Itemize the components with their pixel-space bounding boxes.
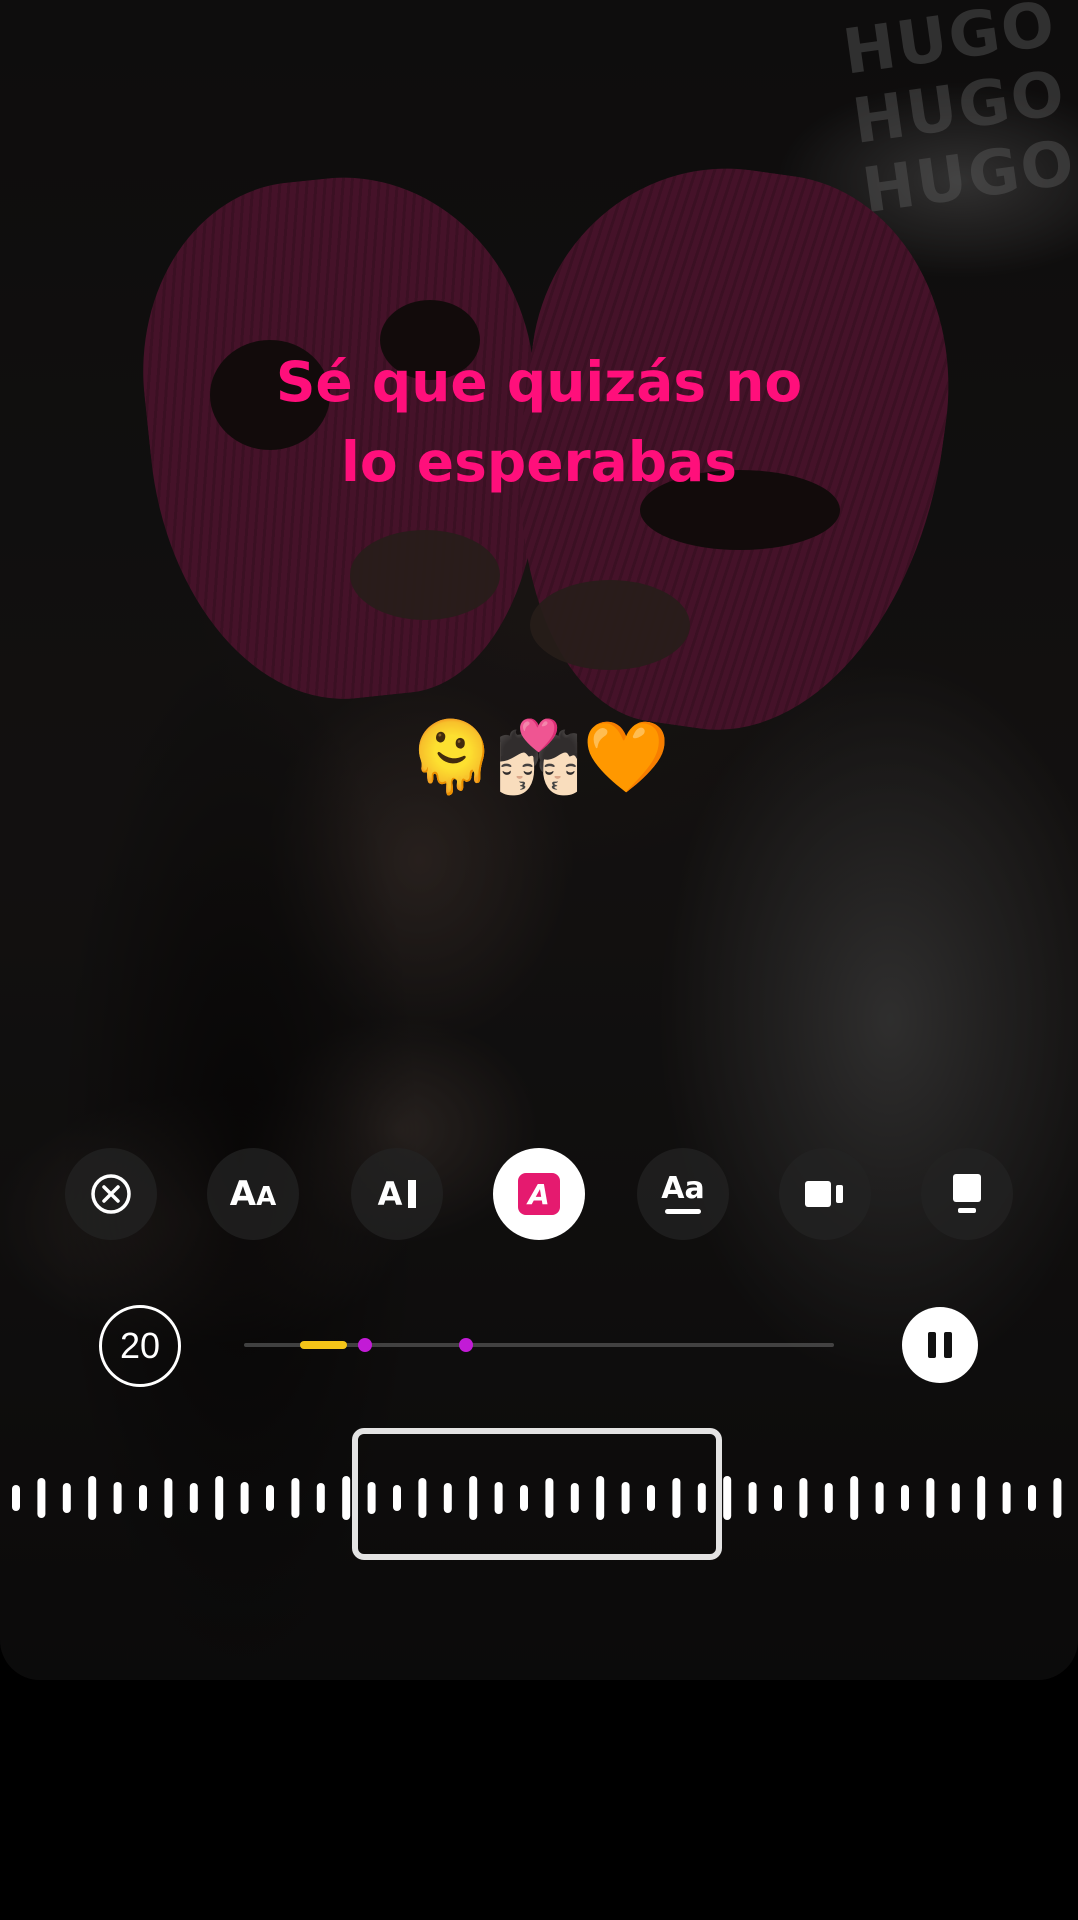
video-layout-button[interactable]: [779, 1148, 871, 1240]
waveform-bar: [139, 1485, 147, 1511]
playback-progress: [300, 1341, 347, 1349]
waveform-bar: [113, 1482, 122, 1514]
text-background-icon: A: [378, 1175, 417, 1213]
caption-line-2: lo esperabas: [341, 430, 737, 494]
waveform-bar: [12, 1485, 20, 1511]
text-background-glyph: A: [377, 1175, 403, 1213]
waveform-bar: [748, 1482, 757, 1514]
waveform-bar: [824, 1483, 833, 1513]
underline-glyph: Aa: [661, 1171, 705, 1206]
clip-duration-counter[interactable]: 20: [99, 1305, 181, 1387]
waveform-bar: [951, 1483, 960, 1513]
waveform-bar: [189, 1483, 198, 1513]
font-size-icon: AA: [230, 1174, 276, 1214]
pause-icon: [924, 1332, 956, 1358]
caption-line-1: Sé que quizás no: [275, 350, 803, 414]
font-size-big-glyph: A: [229, 1174, 257, 1214]
underline-button[interactable]: Aa: [637, 1148, 729, 1240]
font-size-small-glyph: A: [256, 1182, 277, 1212]
waveform-bar: [266, 1485, 274, 1511]
close-button[interactable]: [65, 1148, 157, 1240]
waveform-bar: [62, 1483, 71, 1513]
waveform-bar: [723, 1476, 732, 1520]
waveform-bar: [774, 1485, 782, 1511]
card-layout-button[interactable]: [921, 1148, 1013, 1240]
waveform-bar: [342, 1476, 351, 1520]
waveform-bar: [901, 1485, 909, 1511]
waveform-bar: [850, 1476, 859, 1520]
lyrics-style-toolbar: AA A A Aa: [0, 1148, 1078, 1242]
waveform-bar: [875, 1482, 884, 1514]
lyrics-caption[interactable]: Sé que quizás no lo esperabas: [0, 342, 1078, 502]
waveform-bar: [37, 1478, 46, 1518]
clip-selection-handle[interactable]: [352, 1428, 722, 1560]
highlight-glyph: A: [528, 1177, 550, 1211]
waveform-bar: [88, 1476, 97, 1520]
track-marker[interactable]: [459, 1338, 473, 1352]
text-cursor-icon: [408, 1180, 417, 1208]
waveform-bar: [799, 1478, 808, 1518]
waveform-bar: [1002, 1482, 1011, 1514]
underline-icon: Aa: [661, 1171, 705, 1214]
highlight-button[interactable]: A: [493, 1148, 585, 1240]
font-size-button[interactable]: AA: [207, 1148, 299, 1240]
pause-button[interactable]: [902, 1307, 978, 1383]
waveform-bar: [215, 1476, 224, 1520]
waveform-bar: [926, 1478, 935, 1518]
waveform-bar: [240, 1482, 249, 1514]
video-layout-icon: [805, 1181, 843, 1207]
highlight-icon: A: [518, 1173, 560, 1215]
card-layout-icon: [953, 1174, 981, 1213]
waveform-bar: [291, 1478, 300, 1518]
track-marker[interactable]: [358, 1338, 372, 1352]
waveform-bar: [1028, 1485, 1036, 1511]
emoji-sticker[interactable]: 🫠💏🏻🧡: [0, 712, 1078, 802]
playback-track[interactable]: [244, 1338, 834, 1352]
text-background-button[interactable]: A: [351, 1148, 443, 1240]
waveform-bar: [164, 1478, 173, 1518]
waveform-bar: [977, 1476, 986, 1520]
close-icon: [91, 1174, 131, 1214]
story-editor: HUGO HUGO HUGO Sé que quizás no lo esper…: [0, 0, 1078, 1920]
waveform-bar: [316, 1483, 325, 1513]
underline-bar: [665, 1209, 701, 1214]
waveform-bar: [1053, 1478, 1062, 1518]
